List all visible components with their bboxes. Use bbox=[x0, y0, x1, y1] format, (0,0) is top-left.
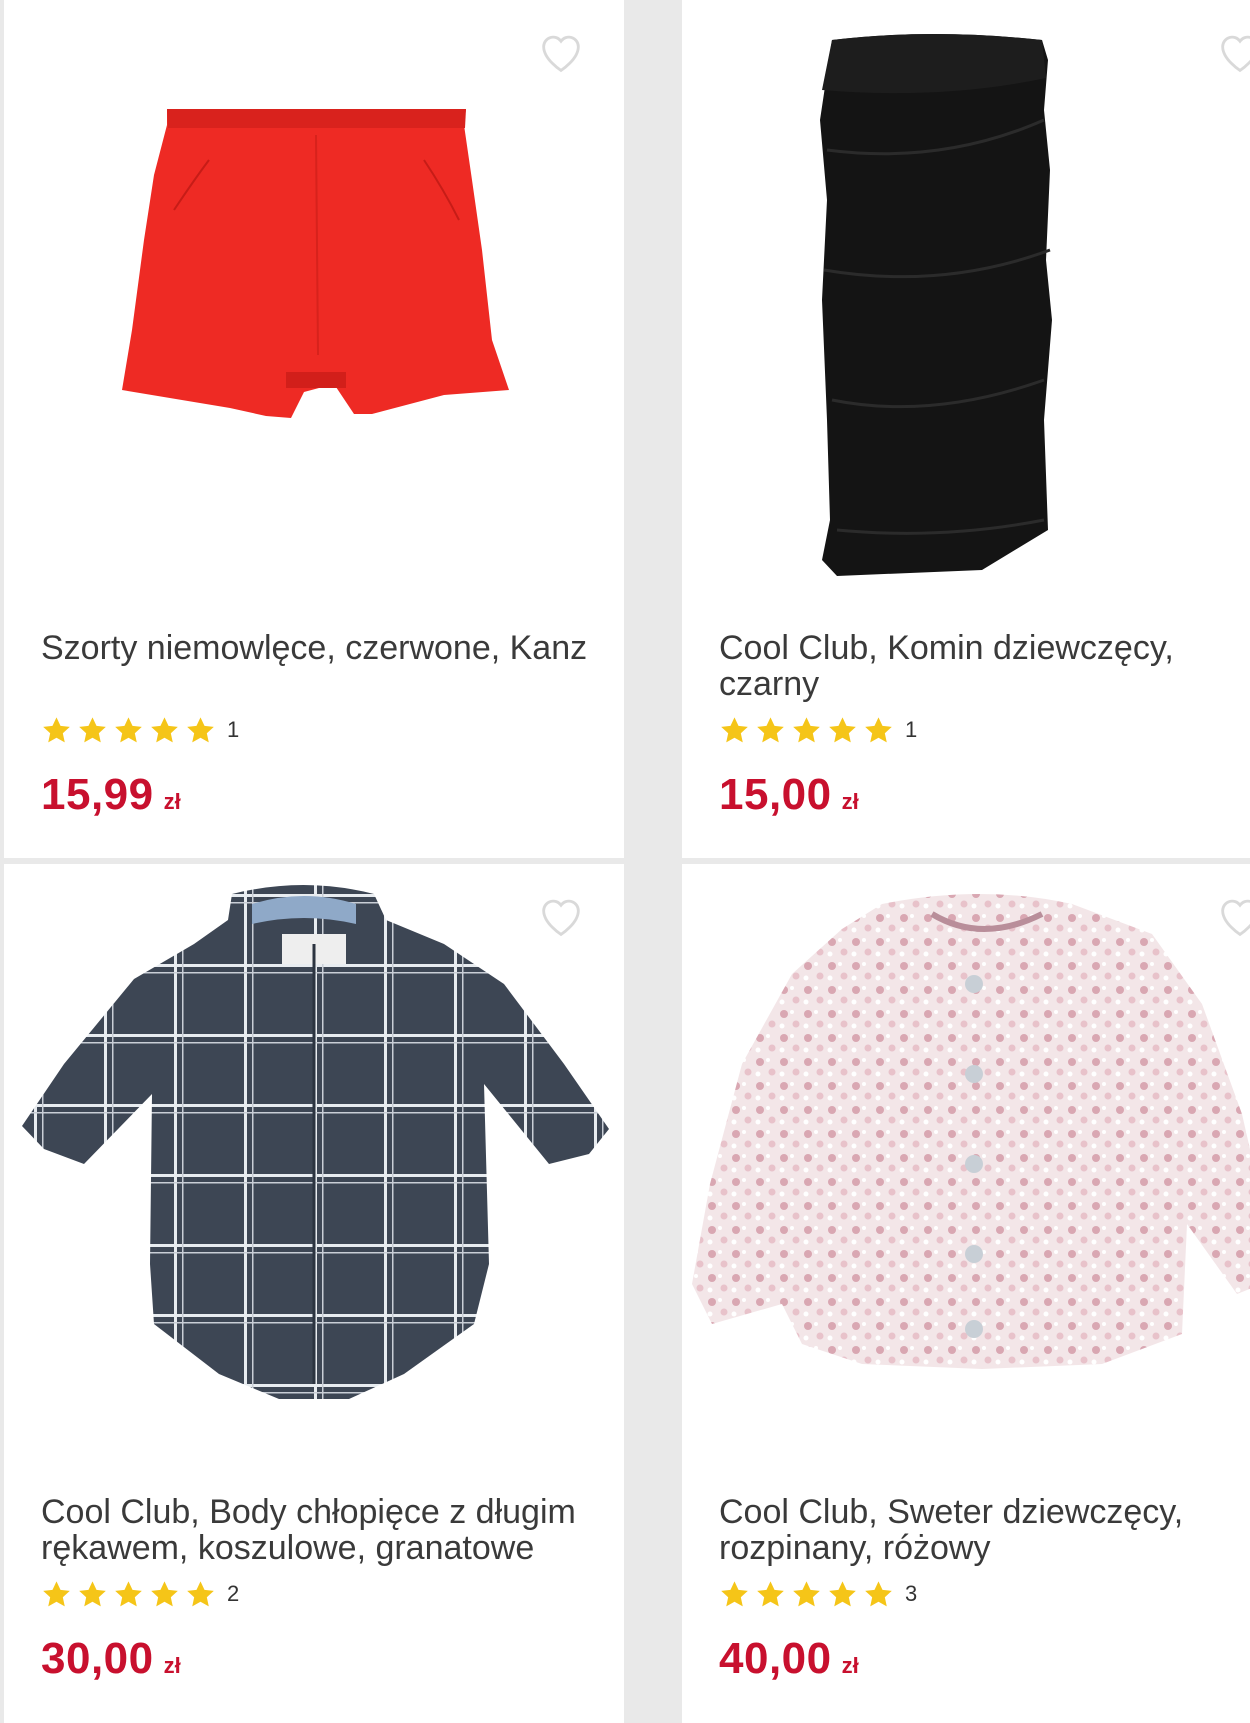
star-icon bbox=[113, 715, 144, 746]
product-price: 15,99 zł bbox=[41, 770, 181, 820]
product-card[interactable]: Szorty niemowlęce, czerwone, Kanz 1 15,9… bbox=[4, 0, 624, 858]
product-rating: 2 bbox=[41, 1578, 239, 1610]
star-icon bbox=[113, 1579, 144, 1610]
star-icon bbox=[863, 715, 894, 746]
star-icon bbox=[719, 1579, 750, 1610]
product-title[interactable]: Cool Club, Komin dziewczęcy, czarny bbox=[719, 630, 1250, 702]
product-card[interactable]: Cool Club, Body chłopięce z długim rękaw… bbox=[4, 864, 624, 1723]
rating-count: 2 bbox=[227, 1581, 240, 1606]
star-icon bbox=[149, 1579, 180, 1610]
rating-count: 1 bbox=[905, 717, 918, 742]
product-price: 30,00 zł bbox=[41, 1634, 181, 1684]
star-icon bbox=[827, 715, 858, 746]
price-amount: 15,00 bbox=[719, 770, 832, 819]
plaid-shirt-bodysuit-image[interactable] bbox=[4, 864, 624, 1464]
pink-cardigan-image[interactable] bbox=[682, 864, 1250, 1464]
price-currency: zł bbox=[163, 789, 181, 814]
star-icon bbox=[755, 1579, 786, 1610]
product-rating: 3 bbox=[719, 1578, 917, 1610]
price-amount: 30,00 bbox=[41, 1634, 154, 1683]
rating-count: 1 bbox=[227, 717, 240, 742]
product-title[interactable]: Cool Club, Sweter dziewczęcy, rozpinany,… bbox=[719, 1494, 1250, 1566]
star-icon bbox=[719, 715, 750, 746]
red-shorts-image[interactable] bbox=[4, 0, 624, 600]
product-price: 40,00 zł bbox=[719, 1634, 859, 1684]
price-currency: zł bbox=[841, 1653, 859, 1678]
star-icon bbox=[863, 1579, 894, 1610]
black-neck-warmer-image[interactable] bbox=[682, 0, 1250, 600]
price-amount: 40,00 bbox=[719, 1634, 832, 1683]
star-icon bbox=[77, 1579, 108, 1610]
favorite-heart-icon[interactable] bbox=[535, 26, 587, 78]
rating-count: 3 bbox=[905, 1581, 918, 1606]
product-title[interactable]: Cool Club, Body chłopięce z długim rękaw… bbox=[41, 1494, 601, 1566]
product-price: 15,00 zł bbox=[719, 770, 859, 820]
star-icon bbox=[77, 715, 108, 746]
favorite-heart-icon[interactable] bbox=[1214, 890, 1250, 942]
price-currency: zł bbox=[163, 1653, 181, 1678]
price-amount: 15,99 bbox=[41, 770, 154, 819]
star-icon bbox=[185, 715, 216, 746]
star-icon bbox=[41, 1579, 72, 1610]
star-icon bbox=[185, 1579, 216, 1610]
favorite-heart-icon[interactable] bbox=[1214, 26, 1250, 78]
product-rating: 1 bbox=[719, 714, 917, 746]
star-icon bbox=[41, 715, 72, 746]
product-card[interactable]: Cool Club, Komin dziewczęcy, czarny 1 15… bbox=[682, 0, 1250, 858]
price-currency: zł bbox=[841, 789, 859, 814]
star-icon bbox=[791, 715, 822, 746]
star-icon bbox=[755, 715, 786, 746]
favorite-heart-icon[interactable] bbox=[535, 890, 587, 942]
product-rating: 1 bbox=[41, 714, 239, 746]
star-icon bbox=[791, 1579, 822, 1610]
star-icon bbox=[149, 715, 180, 746]
product-card[interactable]: Cool Club, Sweter dziewczęcy, rozpinany,… bbox=[682, 864, 1250, 1723]
product-title[interactable]: Szorty niemowlęce, czerwone, Kanz bbox=[41, 630, 601, 666]
star-icon bbox=[827, 1579, 858, 1610]
